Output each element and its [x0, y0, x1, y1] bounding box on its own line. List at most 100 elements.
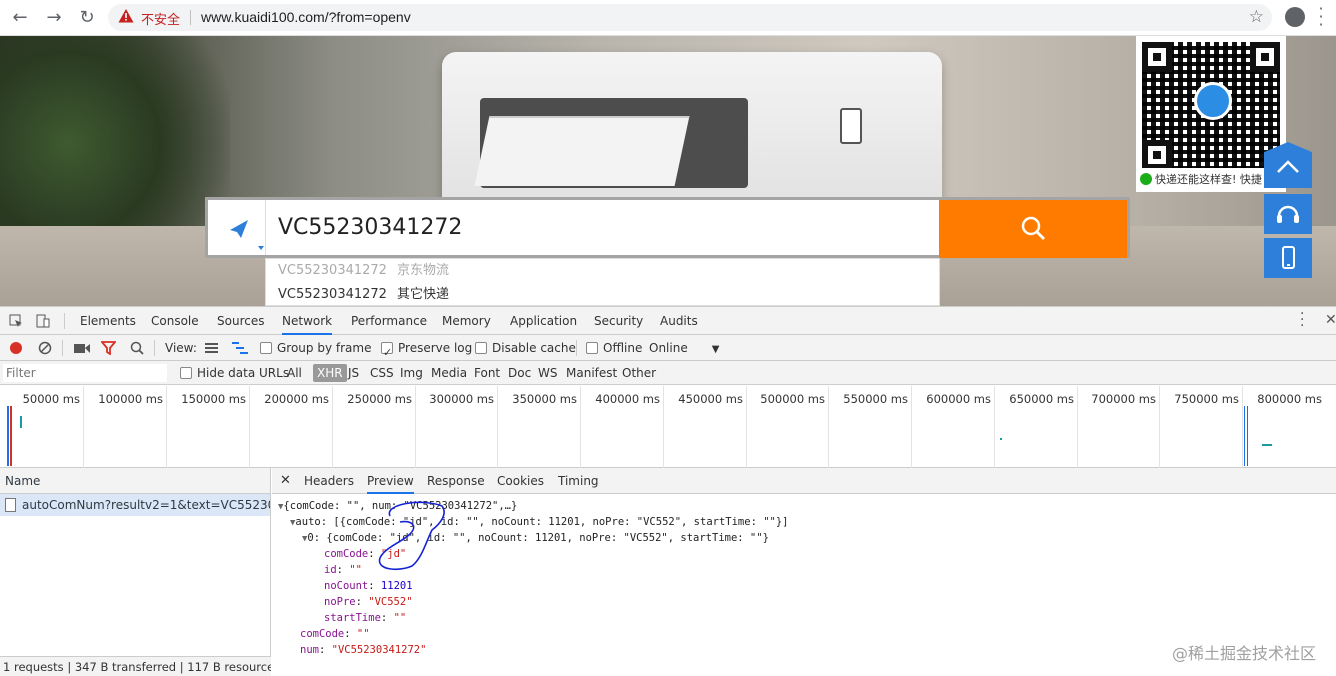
filter-type-xhr[interactable]: XHR: [313, 364, 347, 382]
record-icon[interactable]: [10, 342, 22, 354]
filter-type-media[interactable]: Media: [431, 361, 467, 385]
tab-timing[interactable]: Timing: [558, 468, 599, 494]
tab-sources[interactable]: Sources: [217, 307, 264, 335]
filter-type-ws[interactable]: WS: [538, 361, 557, 385]
tab-memory[interactable]: Memory: [442, 307, 491, 335]
timeline-dot: [20, 416, 22, 428]
star-icon[interactable]: ☆: [1249, 7, 1264, 27]
filter-type-manifest[interactable]: Manifest: [566, 361, 617, 385]
suggestion-item[interactable]: VC55230341272 京东物流: [266, 259, 939, 283]
divider: [154, 340, 155, 356]
request-detail: ✕ Headers Preview Response Cookies Timin…: [272, 468, 1336, 668]
tab-application[interactable]: Application: [510, 307, 577, 335]
suggestion-carrier: 京东物流: [396, 263, 449, 278]
back-arrow-icon[interactable]: ←: [8, 6, 32, 30]
qr-pattern: [1142, 42, 1280, 170]
filter-input[interactable]: [3, 364, 167, 382]
disable-cache-checkbox[interactable]: Disable cache: [475, 335, 576, 361]
printer-paper: [474, 116, 690, 186]
search-icon[interactable]: [130, 341, 144, 355]
forward-arrow-icon[interactable]: →: [42, 6, 66, 30]
timeline-marker: [1247, 406, 1248, 466]
clear-icon[interactable]: [38, 341, 52, 355]
device-toggle-icon[interactable]: [35, 313, 51, 329]
close-icon[interactable]: ✕: [1325, 312, 1336, 328]
divider: [576, 340, 577, 356]
watermark: @稀土掘金技术社区: [1172, 644, 1317, 663]
printer-image: [442, 52, 942, 212]
printer-handle: [840, 108, 862, 144]
filter-type-img[interactable]: Img: [400, 361, 423, 385]
qr-corner: [1142, 140, 1172, 170]
tab-network[interactable]: Network: [282, 307, 333, 335]
timeline-tick: 300000 ms: [415, 386, 497, 468]
suggestion-item[interactable]: VC55230341272 其它快递: [266, 283, 939, 306]
timeline-dot: [1262, 444, 1272, 446]
checkbox: [586, 342, 598, 354]
timeline-marker: [7, 406, 9, 466]
tab-cookies[interactable]: Cookies: [497, 468, 544, 494]
url-text[interactable]: www.kuaidi100.com/?from=openv: [201, 9, 411, 25]
mobile-app-button[interactable]: [1264, 238, 1312, 278]
customer-service-button[interactable]: [1264, 194, 1312, 234]
timeline-tick: 100000 ms: [83, 386, 166, 468]
more-options-icon[interactable]: · · ·: [1300, 307, 1304, 333]
inspect-icon[interactable]: [9, 314, 23, 328]
timeline-tick: 700000 ms: [1077, 386, 1159, 468]
name-column-header[interactable]: Name: [0, 468, 270, 494]
filter-type-css[interactable]: CSS: [370, 361, 394, 385]
timeline-tick: 450000 ms: [663, 386, 746, 468]
filter-type-other[interactable]: Other: [622, 361, 656, 385]
filter-type-all[interactable]: All: [287, 361, 302, 385]
timeline-tick: 50000 ms: [22, 392, 80, 406]
search-button[interactable]: [939, 200, 1127, 258]
waterfall-icon[interactable]: [232, 342, 248, 354]
group-by-frame-checkbox[interactable]: Group by frame: [260, 335, 371, 361]
offline-checkbox[interactable]: Offline: [586, 335, 642, 361]
list-view-icon[interactable]: [205, 343, 218, 353]
preserve-log-checkbox[interactable]: Preserve log: [381, 335, 472, 366]
tab-security[interactable]: Security: [594, 307, 643, 335]
filter-type-doc[interactable]: Doc: [508, 361, 531, 385]
checkbox-label: Hide data URLs: [197, 366, 290, 380]
divider: [62, 340, 63, 356]
filter-type-font[interactable]: Font: [474, 361, 500, 385]
tab-console[interactable]: Console: [151, 307, 199, 335]
throttling-select[interactable]: Online ▼: [649, 335, 719, 361]
json-line: startTime: "": [324, 612, 407, 624]
filter-icon[interactable]: [101, 341, 116, 355]
address-bar[interactable]: 不安全 www.kuaidi100.com/?from=openv ☆: [108, 4, 1272, 31]
carrier-selector[interactable]: [208, 200, 266, 255]
network-timeline[interactable]: 50000 ms 100000 ms 150000 ms 200000 ms 2…: [0, 386, 1336, 468]
dropdown-arrow-icon: ▼: [711, 344, 720, 355]
hide-data-urls-checkbox[interactable]: Hide data URLs: [180, 361, 289, 385]
reload-icon[interactable]: ↻: [75, 6, 99, 30]
checkbox-checked: [381, 340, 393, 366]
qr-corner: [1142, 42, 1172, 72]
qr-caption-text: 快递还能这样查! 快捷: [1155, 173, 1262, 186]
devtools-panel: Elements Console Sources Network Perform…: [0, 306, 1336, 676]
suggestion-dropdown: VC55230341272 京东物流 VC55230341272 其它快递: [265, 258, 940, 306]
warning-icon: [118, 9, 134, 23]
tab-performance[interactable]: Performance: [351, 307, 427, 335]
json-line: noPre: "VC552": [324, 596, 413, 608]
account-icon[interactable]: [1285, 7, 1305, 27]
tracking-number-input[interactable]: VC55230341272: [278, 200, 462, 255]
filter-type-js[interactable]: JS: [348, 361, 359, 385]
request-row[interactable]: autoComNum?resultv2=1&text=VC552303...: [0, 494, 270, 516]
camera-icon[interactable]: [74, 343, 90, 354]
menu-dots-icon[interactable]: · · ·: [1316, 1, 1326, 33]
timeline-tick: 200000 ms: [249, 386, 332, 468]
timeline-marker: [1244, 406, 1245, 466]
json-line: num: "VC55230341272": [300, 644, 427, 656]
network-toolbar: View: Group by frame Preserve log Disabl…: [0, 335, 1336, 366]
tab-elements[interactable]: Elements: [80, 307, 136, 335]
insecure-label: 不安全: [141, 13, 181, 28]
tab-audits[interactable]: Audits: [660, 307, 698, 335]
request-name: autoComNum?resultv2=1&text=VC552303...: [22, 498, 270, 512]
checkbox: [475, 342, 487, 354]
timeline-tick: 150000 ms: [166, 386, 249, 468]
checkbox-label: Group by frame: [277, 341, 372, 355]
file-icon: [5, 498, 16, 512]
timeline-tick: 750000 ms: [1159, 386, 1242, 468]
